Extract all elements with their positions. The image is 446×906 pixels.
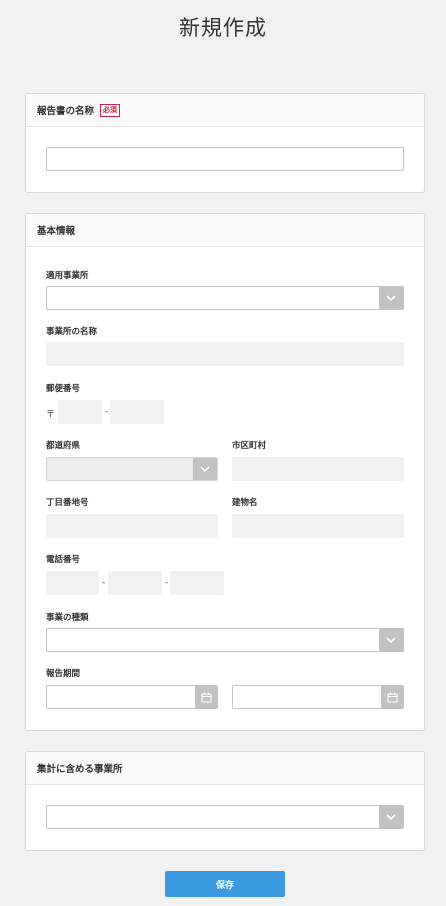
- calendar-icon[interactable]: [195, 686, 217, 708]
- phone-label: 電話番号: [46, 555, 81, 565]
- report-name-card: 報告書の名称 必須: [25, 93, 425, 193]
- basic-info-card: 基本情報 適用事業所 事業所の名称 郵便番号 〒 - 都道府県 市区町村 丁目番…: [25, 213, 425, 731]
- chevron-down-icon: [379, 629, 403, 651]
- save-button[interactable]: 保存: [165, 871, 285, 897]
- postal-separator: -: [105, 407, 109, 417]
- postal-label: 郵便番号: [46, 384, 81, 394]
- report-name-header: 報告書の名称 必須: [26, 94, 424, 127]
- phone-separator-1: -: [102, 578, 106, 588]
- period-start-input[interactable]: [46, 685, 218, 709]
- aggregate-card: 集計に含める事業所: [25, 751, 425, 851]
- aggregate-header: 集計に含める事業所: [26, 752, 424, 785]
- postal-prefix: 〒: [46, 410, 56, 420]
- basic-info-header: 基本情報: [26, 214, 424, 247]
- phone-field-2: [108, 571, 162, 595]
- basic-info-header-label: 基本情報: [37, 226, 76, 237]
- chevron-down-icon: [379, 806, 403, 828]
- office-name-field: [46, 342, 404, 366]
- postal-field-2: [110, 400, 164, 424]
- building-label: 建物名: [232, 498, 258, 508]
- business-type-select[interactable]: [46, 628, 404, 652]
- required-badge: 必須: [100, 103, 121, 117]
- report-name-header-label: 報告書の名称: [37, 106, 95, 117]
- aggregate-header-label: 集計に含める事業所: [37, 764, 123, 775]
- phone-field-3: [170, 571, 224, 595]
- postal-field-1: [58, 400, 102, 424]
- chevron-down-icon: [379, 287, 403, 309]
- report-name-input[interactable]: [46, 147, 404, 171]
- office-label: 適用事業所: [46, 271, 89, 281]
- business-type-label: 事業の種類: [46, 613, 89, 623]
- office-name-label: 事業所の名称: [46, 327, 98, 337]
- phone-separator-2: -: [165, 578, 169, 588]
- period-label: 報告期間: [46, 669, 81, 679]
- city-label: 市区町村: [232, 441, 267, 451]
- page-title: 新規作成: [179, 16, 267, 40]
- prefecture-label: 都道府県: [46, 441, 81, 451]
- chevron-down-icon: [193, 458, 217, 480]
- city-field: [232, 457, 404, 481]
- aggregate-select[interactable]: [46, 805, 404, 829]
- office-select[interactable]: [46, 286, 404, 310]
- prefecture-select: [46, 457, 218, 481]
- address-field: [46, 514, 218, 538]
- calendar-icon[interactable]: [381, 686, 403, 708]
- address-label: 丁目番地号: [46, 498, 89, 508]
- period-end-input[interactable]: [232, 685, 404, 709]
- building-field: [232, 514, 404, 538]
- phone-field-1: [46, 571, 99, 595]
